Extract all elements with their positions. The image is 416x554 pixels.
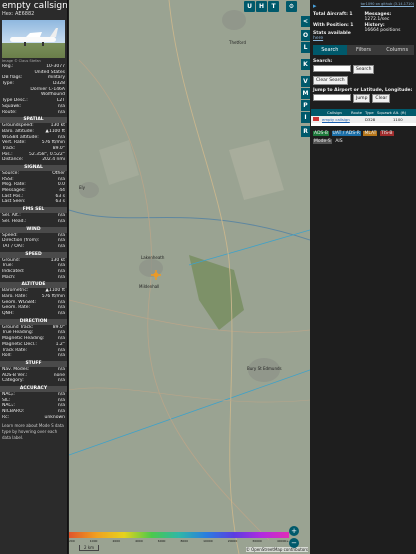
info-row: QNH: n/a	[2, 311, 65, 317]
stats-link[interactable]: here	[313, 36, 323, 41]
clear-search-button[interactable]: Clear Search	[313, 76, 348, 85]
table-row[interactable]: empty callsign D328 1100	[311, 116, 416, 123]
place-label: Mildenhall	[139, 284, 160, 289]
info-row: Distance: 202.4 nmi	[2, 157, 65, 163]
jump-input[interactable]	[313, 94, 351, 101]
tab-filters[interactable]: Filters	[346, 45, 381, 55]
jump-label: Jump to Airport or Latitude, Longitude:	[313, 88, 413, 93]
col-callsign[interactable]: Callsign	[311, 110, 351, 115]
detail-sections: SPATIAL Groundspeed: 130 kt Baro. altitude:…	[0, 117, 67, 420]
col-altitude[interactable]: Alt. (ft)	[393, 110, 406, 115]
altitude-scale-label: 200	[69, 539, 75, 543]
jump-clear-button[interactable]: Clear	[372, 94, 391, 103]
row-altitude: 1100	[393, 117, 403, 122]
map-button-u[interactable]: U	[244, 1, 255, 12]
messages-value: 1272.1/sec	[364, 17, 390, 22]
source-legend: ADS-B UAT / ADS-R MLAT TIS-B Mode-S AIS	[311, 126, 416, 144]
info-row: Route: n/a	[2, 109, 65, 115]
place-label: Lakenheath	[141, 255, 165, 260]
hex-code: Hex: AE6882	[2, 11, 35, 17]
map-attribution[interactable]: © OpenStreetMap contributors	[245, 547, 308, 552]
map-view[interactable]: Lakenheath Mildenhall Bury St Edmunds Th…	[69, 0, 310, 554]
altitude-scale-label: 20000	[227, 539, 238, 543]
tab-search[interactable]: Search	[313, 45, 347, 55]
stats-note: Stats available here	[313, 31, 351, 41]
aircraft-marker-icon[interactable]	[151, 270, 161, 280]
tag-uat[interactable]: UAT / ADS-R	[331, 131, 361, 136]
altitude-scale-labels: 200 1000 2000 4000 6000 8000 10000 20000 30000 40…	[69, 539, 289, 543]
panel-toggle-icon[interactable]: ▸	[313, 2, 317, 10]
tag-adsb[interactable]: ADS-B	[313, 131, 329, 136]
search-button[interactable]: Search	[353, 65, 375, 74]
info-row: Mach: n/a	[2, 274, 65, 280]
altitude-scale-label: 1000	[89, 539, 98, 543]
altitude-scale-label: 10000	[203, 539, 213, 543]
aircraft-photo[interactable]	[2, 20, 65, 58]
tag-ais[interactable]: AIS	[334, 139, 343, 144]
search-input[interactable]	[313, 65, 351, 72]
place-label: Thetford	[229, 40, 246, 45]
altitude-scale-label: 6000	[157, 539, 166, 543]
info-row: TAT / OAT: n/a	[2, 243, 65, 249]
row-type: D328	[365, 117, 376, 122]
tag-modes[interactable]: Mode-S	[313, 139, 332, 144]
map-button-t[interactable]: T	[268, 1, 279, 12]
info-row: Roll: n/a	[2, 353, 65, 359]
search-label: Search:	[313, 59, 333, 64]
zoom-in-button[interactable]: +	[289, 526, 299, 536]
map-button-collapse[interactable]: <	[301, 16, 310, 27]
tag-tisb[interactable]: TIS-B	[380, 131, 394, 136]
altitude-color-scale	[69, 532, 289, 538]
altitude-scale-label: 2000	[112, 539, 121, 543]
history-value: 16664 positions	[364, 28, 401, 33]
info-row: Category: n/a	[2, 378, 65, 384]
panel-tabs: Search Filters Columns	[313, 45, 415, 55]
col-type[interactable]: Type	[365, 110, 377, 115]
map-button-m[interactable]: M	[301, 88, 310, 99]
total-aircraft: Total Aircraft: 1	[313, 12, 353, 17]
info-row: Last Seen: 63 s	[2, 199, 65, 205]
github-link[interactable]: tar1090 on github (3.14.1710)	[361, 2, 414, 10]
map-button-k[interactable]: K	[301, 59, 310, 70]
place-label: Bury St Edmunds	[247, 366, 282, 371]
aircraft-info: Reg.: 10-3077 United States DB flags: milita…	[0, 64, 67, 115]
aircraft-list-panel: ▸ tar1090 on github (3.14.1710) Total Ai…	[311, 0, 416, 554]
altitude-scale-label: 30000	[252, 539, 262, 543]
settings-gear-icon[interactable]: ⚙	[286, 1, 297, 12]
altitude-scale-label: 8000	[180, 539, 189, 543]
callsign-title: empty callsign	[2, 1, 68, 11]
map-button-l[interactable]: L	[301, 42, 310, 53]
tab-columns[interactable]: Columns	[380, 45, 415, 55]
map-button-r[interactable]: R	[301, 126, 310, 137]
map-button-p[interactable]: P	[301, 100, 310, 111]
altitude-scale-label: 40000+	[276, 539, 289, 543]
tag-mlat[interactable]: MLAT	[363, 131, 378, 136]
jump-button[interactable]: Jump	[353, 94, 371, 103]
place-label: Ely	[79, 185, 86, 190]
row-callsign: empty callsign	[322, 117, 350, 122]
map-button-h[interactable]: H	[256, 1, 267, 12]
table-header: Callsign Route Type Squawk Alt. (ft)	[311, 109, 416, 116]
zoom-out-button[interactable]: −	[289, 538, 299, 548]
col-route[interactable]: Route	[351, 110, 365, 115]
plane-icon	[10, 28, 58, 46]
scale-bar: 2 km	[79, 545, 100, 551]
map-tiles	[69, 0, 310, 554]
map-button-i[interactable]: I	[301, 112, 310, 123]
altitude-scale-label: 4000	[135, 539, 143, 543]
map-button-v[interactable]: V	[301, 76, 310, 87]
col-squawk[interactable]: Squawk	[377, 110, 393, 115]
map-button-o[interactable]: O	[301, 30, 310, 41]
info-sidebar: empty callsign Hex: AE6882 Image © Claus…	[0, 0, 68, 554]
info-row: Sel. Head.: n/a	[2, 218, 65, 224]
footer-note: Learn more about Mode S data type by hov…	[2, 423, 64, 441]
with-position: With Position: 1	[313, 23, 354, 28]
